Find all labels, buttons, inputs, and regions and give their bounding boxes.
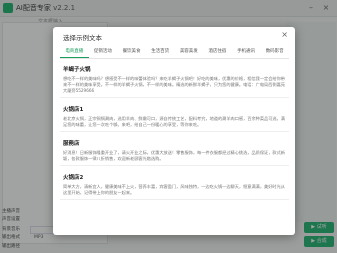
item-body: 想吃不一样的美味吗？想感受不一样的味蕾体验吗？来吃羊蝎子火锅吧！好吃的美味，优惠… <box>63 76 285 93</box>
dialog-title: 选择示例文本 <box>63 34 102 42</box>
tab-ecommerce-live[interactable]: 电商直播 <box>60 47 89 58</box>
item-title: 火锅店2 <box>63 175 84 181</box>
item-body: 老北京火锅，正宗铜锅涮肉，选用羊肉、鲜嫩可口，源自传统工艺，配料考究，地道的涮羊… <box>63 116 285 127</box>
item-body: 简单大方，清新宜人，健康美味不上火，营养丰富，宾客盈门，风味独特，一边吃火锅一边… <box>63 184 285 195</box>
sample-text-dialog: 选择示例文本 × 电商直播 促销活动 餐饮美食 生活百货 美容美发 酒店住宿 手… <box>53 27 295 235</box>
tab-food[interactable]: 餐饮美食 <box>117 47 146 58</box>
item-title: 服務店 <box>63 141 80 147</box>
tab-beauty[interactable]: 美容美发 <box>175 47 204 58</box>
tab-mobile[interactable]: 手机通讯 <box>232 47 261 58</box>
item-body: 好消息！日新服饰隆重开业了，请火开业之际，优惠大放送！零售服饰，每一件衣服都经过… <box>63 150 285 161</box>
list-item[interactable]: 羊蝎子火锅 想吃不一样的美味吗？想感受不一样的味蕾体验吗？来吃羊蝎子火锅吧！好吃… <box>60 61 289 98</box>
list-item[interactable]: 火锅店2 简单大方，清新宜人，健康美味不上火，营养丰富，宾客盈门，风味独特，一边… <box>60 169 289 200</box>
tab-daily-goods[interactable]: 生活百货 <box>146 47 175 58</box>
sample-list: 羊蝎子火锅 想吃不一样的美味吗？想感受不一样的味蕾体验吗？来吃羊蝎子火锅吧！好吃… <box>60 61 289 233</box>
item-title: 羊蝎子火锅 <box>63 67 91 73</box>
tab-hotel[interactable]: 酒店住宿 <box>203 47 232 58</box>
item-title: 火锅店1 <box>63 107 84 113</box>
category-tabs: 电商直播 促销活动 餐饮美食 生活百货 美容美发 酒店住宿 手机通讯 数码影音 <box>60 47 289 59</box>
close-icon[interactable]: × <box>281 30 288 39</box>
tab-digital[interactable]: 数码影音 <box>260 47 289 58</box>
list-item[interactable]: 服務店 好消息！日新服饰隆重开业了，请火开业之际，优惠大放送！零售服饰，每一件衣… <box>60 135 289 166</box>
list-item[interactable]: 火锅店1 老北京火锅，正宗铜锅涮肉，选用羊肉、鲜嫩可口，源自传统工艺，配料考究，… <box>60 101 289 132</box>
tab-promotion[interactable]: 促销活动 <box>89 47 118 58</box>
